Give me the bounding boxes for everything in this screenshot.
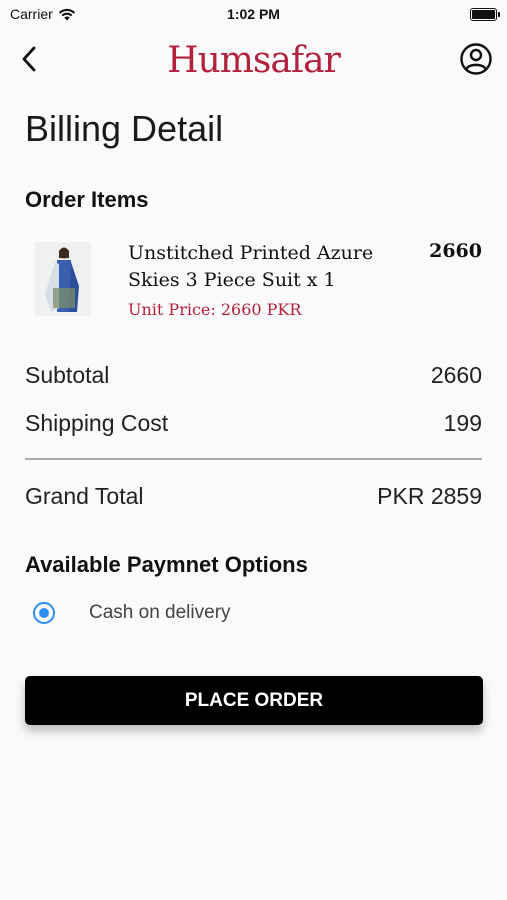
radio-selected-dot <box>39 608 49 618</box>
radio-button[interactable] <box>33 602 55 624</box>
order-items-heading: Order Items <box>25 187 149 212</box>
product-name: Unstitched Printed Azure Skies 3 Piece S… <box>128 242 374 291</box>
subtotal-label: Subtotal <box>25 362 110 388</box>
user-icon <box>460 43 492 75</box>
payment-option-label: Cash on delivery <box>89 602 231 623</box>
battery-icon <box>470 8 500 21</box>
grand-total-value: PKR 2859 <box>377 483 482 509</box>
payment-options-heading: Available Paymnet Options <box>25 552 308 577</box>
subtotal-value: 2660 <box>430 362 482 388</box>
product-thumbnail <box>35 242 91 316</box>
grand-total-label: Grand Total <box>25 483 144 509</box>
shipping-label: Shipping Cost <box>25 410 169 436</box>
place-order-button[interactable]: PLACE ORDER <box>25 676 483 725</box>
item-total: 2660 <box>429 240 482 262</box>
shipping-value: 199 <box>443 410 482 436</box>
brand-logo: Humsafar <box>167 40 341 81</box>
profile-button[interactable] <box>459 42 493 76</box>
page-title: Billing Detail <box>25 108 224 149</box>
status-bar: Carrier 1:02 PM <box>0 0 507 28</box>
order-item: Unstitched Printed Azure Skies 3 Piece S… <box>25 240 485 320</box>
status-time: 1:02 PM <box>227 6 280 22</box>
payment-option-cash-on-delivery[interactable]: Cash on delivery <box>33 598 333 628</box>
divider <box>25 458 482 460</box>
unit-price: Unit Price: 2660 PKR <box>128 300 302 319</box>
navigation-bar: Humsafar <box>0 38 507 84</box>
